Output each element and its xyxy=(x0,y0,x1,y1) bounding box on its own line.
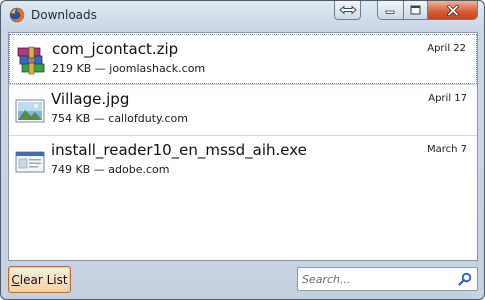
file-date: April 17 xyxy=(428,93,467,104)
close-button[interactable] xyxy=(428,1,477,19)
exe-file-icon xyxy=(15,151,45,173)
file-source: adobe.com xyxy=(108,163,170,176)
maximize-button[interactable] xyxy=(403,1,429,19)
file-size: 754 KB xyxy=(51,112,91,125)
minimize-icon xyxy=(385,10,395,14)
close-icon xyxy=(446,4,459,16)
minimize-button[interactable] xyxy=(378,1,404,19)
downloads-list[interactable]: com_jcontact.zip 219 KB — joomlashack.co… xyxy=(8,32,478,261)
firefox-icon xyxy=(9,7,25,23)
file-name: com_jcontact.zip xyxy=(52,40,179,58)
file-date: April 22 xyxy=(427,43,466,54)
file-meta: 754 KB — callofduty.com xyxy=(51,112,188,125)
image-file-icon xyxy=(15,99,45,123)
title-bar[interactable]: Downloads xyxy=(1,1,484,29)
resize-button[interactable] xyxy=(334,1,361,20)
file-name: install_reader10_en_mssd_aih.exe xyxy=(51,141,307,159)
file-source: joomlashack.com xyxy=(109,62,206,75)
resize-icon xyxy=(338,5,357,15)
clear-list-button[interactable]: Clear List xyxy=(8,266,71,293)
caption-buttons xyxy=(377,1,478,20)
file-size: 749 KB xyxy=(51,163,91,176)
file-size: 219 KB xyxy=(52,62,92,75)
download-item[interactable]: Village.jpg 754 KB — callofduty.com Apri… xyxy=(9,85,477,135)
file-meta: 219 KB — joomlashack.com xyxy=(52,62,206,75)
file-meta: 749 KB — adobe.com xyxy=(51,163,170,176)
zip-archive-icon xyxy=(17,46,45,75)
file-date: March 7 xyxy=(426,144,467,155)
maximize-icon xyxy=(410,5,421,15)
search-box[interactable] xyxy=(297,267,478,291)
download-item[interactable]: install_reader10_en_mssd_aih.exe 749 KB … xyxy=(9,136,477,186)
file-name: Village.jpg xyxy=(51,90,130,108)
downloads-window: Downloads com_jcontact.zip 219 KB — joom… xyxy=(0,0,485,300)
window-title: Downloads xyxy=(31,8,97,22)
search-input[interactable] xyxy=(302,271,452,287)
search-icon[interactable] xyxy=(458,272,472,286)
download-item[interactable]: com_jcontact.zip 219 KB — joomlashack.co… xyxy=(9,34,477,84)
file-source: callofduty.com xyxy=(108,112,188,125)
